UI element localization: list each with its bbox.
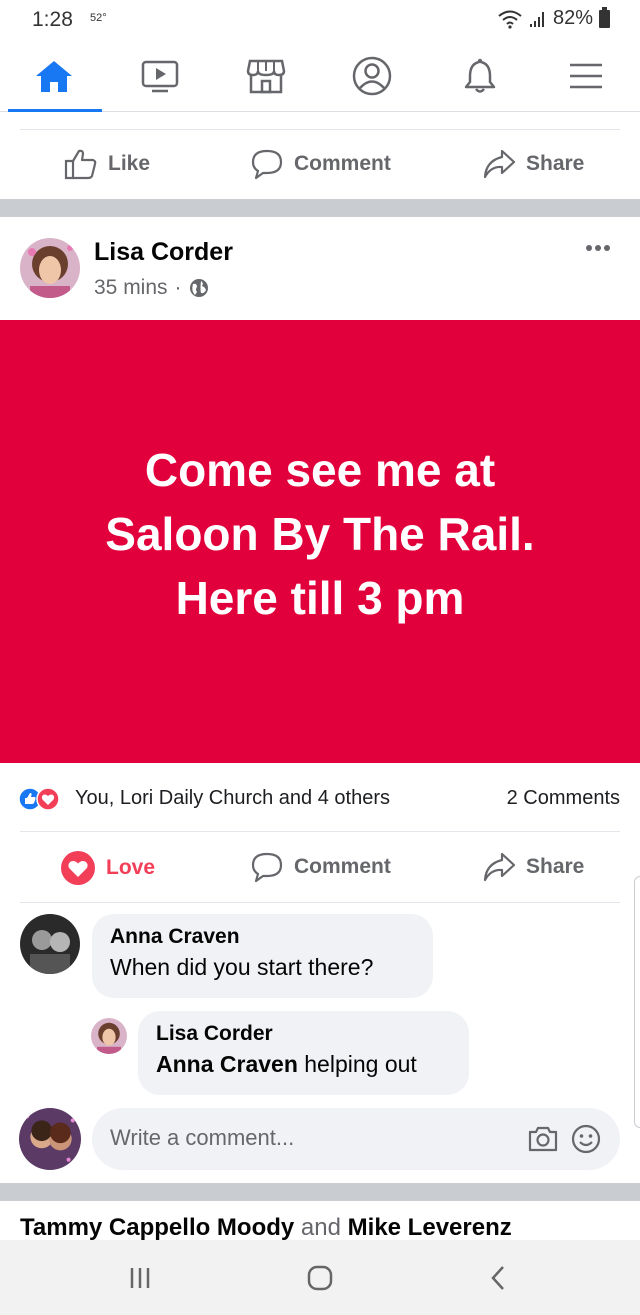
nav-marketplace[interactable] (216, 40, 316, 112)
comment-icon (251, 149, 283, 180)
reply-mention[interactable]: Anna Craven (156, 1051, 298, 1077)
comment-input[interactable]: Write a comment... (92, 1108, 620, 1170)
comment-author[interactable]: Anna Craven (110, 924, 415, 950)
post-text: Come see me at Saloon By The Rail. Here … (40, 438, 600, 630)
dot-icon (586, 245, 592, 251)
next-post-name[interactable]: Tammy Cappello Moody (20, 1214, 294, 1241)
post-actions: Love Comment Share (0, 832, 640, 902)
avatar[interactable] (20, 238, 80, 298)
post-text-line: Here till 3 pm (175, 571, 465, 624)
post-text-line: Come see me at (144, 443, 496, 496)
share-button[interactable]: Share (482, 148, 584, 180)
comment-button[interactable]: Comment (250, 148, 391, 180)
love-label: Love (106, 856, 156, 879)
post-text-line: Saloon By The Rail. (105, 507, 535, 560)
profile-icon (352, 56, 392, 96)
emoji-icon[interactable] (570, 1123, 602, 1155)
nav-menu[interactable] (536, 40, 636, 112)
prev-post-actions: Like Comment Share (0, 130, 640, 200)
like-button[interactable]: Like (64, 148, 150, 180)
status-time: 1:28 (32, 8, 73, 31)
comment-bubble[interactable]: Anna Craven When did you start there? (92, 914, 433, 998)
comment-button[interactable]: Comment (250, 851, 391, 883)
feed-separator (0, 1183, 640, 1201)
bell-icon (464, 58, 496, 93)
meta-separator: · (174, 276, 182, 299)
divider (20, 902, 620, 903)
share-icon (483, 852, 516, 882)
comments-count[interactable]: 2 Comments (507, 787, 620, 810)
love-reaction-icon (36, 787, 60, 811)
next-post-name[interactable]: Mike Leverenz (348, 1214, 512, 1241)
more-options-button[interactable] (578, 236, 618, 260)
back-button[interactable] (468, 1262, 528, 1294)
next-post-title: Tammy Cappello Moody and Mike Leverenz (20, 1214, 512, 1242)
current-user-avatar[interactable] (19, 1108, 81, 1170)
comment-text: When did you start there? (110, 954, 374, 980)
store-icon (246, 59, 286, 94)
reactions-summary: You, Lori Daily Church and 4 others 2 Co… (0, 778, 640, 818)
reply-body: helping out (297, 1051, 417, 1077)
reply-author[interactable]: Lisa Corder (156, 1021, 451, 1047)
post-time[interactable]: 35 mins (94, 276, 168, 300)
dot-icon (595, 245, 601, 251)
share-icon (483, 149, 516, 179)
post-meta: 35 mins · (94, 276, 209, 300)
scrollbar[interactable] (634, 876, 640, 1128)
like-label: Like (108, 152, 151, 175)
post-content-banner[interactable]: Come see me at Saloon By The Rail. Here … (0, 320, 640, 763)
recents-button[interactable] (110, 1262, 170, 1294)
status-indicators: 82% (497, 6, 610, 30)
recents-icon (130, 1268, 150, 1288)
wifi-icon (498, 10, 522, 29)
reply-bubble[interactable]: Lisa Corder Anna Craven helping out (138, 1011, 469, 1095)
video-icon (141, 60, 179, 93)
nav-home[interactable] (4, 40, 104, 112)
feed-separator (0, 199, 640, 217)
home-button[interactable] (290, 1262, 350, 1294)
top-nav (0, 40, 640, 112)
battery-icon (599, 6, 610, 28)
next-post-connector: and (294, 1214, 348, 1241)
hamburger-icon (570, 63, 602, 89)
share-button[interactable]: Share (482, 851, 584, 883)
comment-placeholder: Write a comment... (110, 1125, 295, 1150)
share-label: Share (526, 152, 585, 175)
post-author[interactable]: Lisa Corder (94, 238, 233, 267)
comment-label: Comment (294, 855, 391, 878)
globe-icon (189, 279, 208, 297)
signal-icon (529, 11, 544, 27)
reply-avatar[interactable] (91, 1018, 127, 1054)
comment-label: Comment (294, 152, 391, 175)
share-label: Share (526, 855, 585, 878)
status-temperature: 52° (90, 12, 107, 24)
android-nav-bar (0, 1240, 640, 1315)
home-icon (36, 61, 72, 92)
reactions-text[interactable]: You, Lori Daily Church and 4 others (75, 787, 390, 810)
thumbs-up-icon (64, 149, 97, 180)
love-icon (61, 851, 95, 885)
nav-notifications[interactable] (430, 40, 530, 112)
battery-percent: 82% (552, 7, 593, 29)
reaction-icons[interactable] (18, 787, 68, 811)
comment-icon (251, 852, 283, 883)
camera-icon[interactable] (526, 1123, 560, 1155)
love-button[interactable]: Love (60, 850, 155, 886)
dot-icon (604, 245, 610, 251)
nav-watch[interactable] (110, 40, 210, 112)
status-bar: 1:28 52° 82% (0, 0, 640, 40)
commenter-avatar[interactable] (20, 914, 80, 974)
home-circle-icon (307, 1265, 333, 1291)
back-icon (491, 1266, 504, 1290)
nav-profile[interactable] (322, 40, 422, 112)
reply-text: Anna Craven helping out (156, 1047, 451, 1081)
